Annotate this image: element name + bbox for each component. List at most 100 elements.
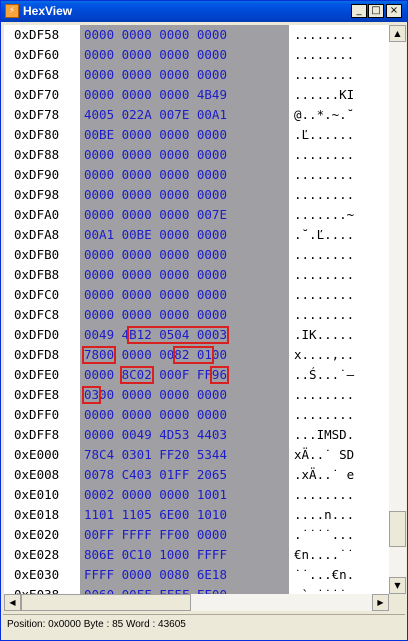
row-ascii[interactable]: .xÄ..˙ e [294, 465, 354, 485]
hex-row[interactable]: 0xDF98 0000 0000 0000 0000........ [4, 185, 389, 205]
row-ascii[interactable]: ........ [294, 245, 354, 265]
hex-row[interactable]: 0xDFC0 0000 0000 0000 0000........ [4, 285, 389, 305]
row-address: 0xDF88 [14, 147, 60, 162]
scroll-left-arrow-icon[interactable]: ◀ [4, 594, 21, 611]
row-ascii[interactable]: @..*.~.˘ [294, 105, 354, 125]
title-bar[interactable]: ⚡ HexView _ □ × [1, 1, 407, 22]
hex-row[interactable]: 0xDF80 00BE 0000 0000 0000 .Ľ...... [4, 125, 389, 145]
row-hex-bytes[interactable]: 1101 1105 6E00 1010 [84, 505, 227, 525]
hex-row[interactable]: 0xE030 FFFF 0000 0080 6E18 ˙˙...€n. [4, 565, 389, 585]
horizontal-scroll-thumb[interactable] [21, 594, 191, 611]
hex-row[interactable]: 0xDFF8 0000 0049 4D53 4403 ...IMSD. [4, 425, 389, 445]
close-button[interactable]: × [386, 4, 402, 18]
row-ascii[interactable]: ˙˙...€n. [294, 565, 354, 585]
minimize-button[interactable]: _ [351, 4, 367, 18]
row-ascii[interactable]: ........ [294, 165, 354, 185]
hex-row[interactable]: 0xDF78 4005 022A 007E 00A1 @..*.~.˘ [4, 105, 389, 125]
row-hex-bytes[interactable]: 0000 0000 0000 0000 [84, 45, 227, 65]
row-hex-bytes[interactable]: 0000 8C02 000F FF96 [84, 365, 227, 385]
row-hex-bytes[interactable]: 0078 C403 01FF 2065 [84, 465, 227, 485]
row-hex-bytes[interactable]: 0000 0000 0000 0000 [84, 305, 227, 325]
row-ascii[interactable]: ......KI [294, 85, 354, 105]
hex-row[interactable]: 0xE038 0060 00FF FFFF FF00 .`.˙˙˙˙. [4, 585, 389, 594]
horizontal-scrollbar[interactable]: ◀ ▶ [4, 594, 389, 611]
row-ascii[interactable]: ........ [294, 45, 354, 65]
row-ascii[interactable]: ........ [294, 25, 354, 45]
hexview-app-icon[interactable]: ⚡ [5, 4, 19, 18]
hex-row[interactable]: 0xE008 0078 C403 01FF 2065 .xÄ..˙ e [4, 465, 389, 485]
hex-row[interactable]: 0xE010 0002 0000 0000 1001........ [4, 485, 389, 505]
row-hex-bytes[interactable]: 0060 00FF FFFF FF00 [84, 585, 227, 594]
row-ascii[interactable]: .˙˙˙˙... [294, 525, 354, 545]
hex-row[interactable]: 0xE018 1101 1105 6E00 1010 ....n... [4, 505, 389, 525]
row-ascii[interactable]: ....n... [294, 505, 354, 525]
row-ascii[interactable]: ..Ś...˙– [294, 365, 354, 385]
row-hex-bytes[interactable]: 0002 0000 0000 1001 [84, 485, 227, 505]
scroll-up-arrow-icon[interactable]: ▲ [389, 25, 406, 42]
row-hex-bytes[interactable]: 0000 0049 4D53 4403 [84, 425, 227, 445]
hex-row[interactable]: 0xDFC8 0000 0000 0000 0000........ [4, 305, 389, 325]
hex-view-area[interactable]: 0xDF58 0000 0000 0000 0000........ 0xDF60 0… [4, 25, 389, 594]
row-ascii[interactable]: ........ [294, 285, 354, 305]
hex-row[interactable]: 0xDFB0 0000 0000 0000 0000........ [4, 245, 389, 265]
row-hex-bytes[interactable]: 0000 0000 0000 0000 [84, 245, 227, 265]
row-address: 0xDFF0 [14, 407, 60, 422]
row-ascii[interactable]: ........ [294, 185, 354, 205]
hex-row[interactable]: 0xDFF0 0000 0000 0000 0000........ [4, 405, 389, 425]
row-ascii[interactable]: ........ [294, 405, 354, 425]
hex-row[interactable]: 0xDFB8 0000 0000 0000 0000........ [4, 265, 389, 285]
row-hex-bytes[interactable]: 0000 0000 0000 0000 [84, 405, 227, 425]
hex-row[interactable]: 0xDFA0 0000 0000 0000 007E .......~ [4, 205, 389, 225]
row-hex-bytes[interactable]: 0000 0000 0000 007E [84, 205, 227, 225]
vertical-scroll-thumb[interactable] [389, 511, 406, 547]
row-hex-bytes[interactable]: 0000 0000 0000 0000 [84, 145, 227, 165]
row-ascii[interactable]: .IK..... [294, 325, 354, 345]
row-hex-bytes[interactable]: 4005 022A 007E 00A1 [84, 105, 227, 125]
row-hex-bytes[interactable]: 0000 0000 0000 0000 [84, 185, 227, 205]
row-ascii[interactable]: ........ [294, 305, 354, 325]
row-hex-bytes[interactable]: 0000 0000 0000 0000 [84, 285, 227, 305]
row-hex-bytes[interactable]: 0300 0000 0000 0000 [84, 385, 227, 405]
row-ascii[interactable]: .`.˙˙˙˙. [294, 585, 354, 594]
row-hex-bytes[interactable]: 00A1 00BE 0000 0000 [84, 225, 227, 245]
row-ascii[interactable]: ........ [294, 485, 354, 505]
row-ascii[interactable]: ........ [294, 65, 354, 85]
row-ascii[interactable]: ...IMSD. [294, 425, 354, 445]
row-hex-bytes[interactable]: 0000 0000 0000 0000 [84, 65, 227, 85]
row-ascii[interactable]: ........ [294, 385, 354, 405]
row-hex-bytes[interactable]: 0000 0000 0000 0000 [84, 25, 227, 45]
hex-row[interactable]: 0xDFA8 00A1 00BE 0000 0000 .˘.Ľ.... [4, 225, 389, 245]
hex-row[interactable]: 0xDF88 0000 0000 0000 0000........ [4, 145, 389, 165]
row-ascii[interactable]: .˘.Ľ.... [294, 225, 354, 245]
vertical-scrollbar[interactable]: ▲ ▼ [389, 25, 406, 594]
hex-row[interactable]: 0xDF58 0000 0000 0000 0000........ [4, 25, 389, 45]
row-ascii[interactable]: ........ [294, 265, 354, 285]
row-hex-bytes[interactable]: 0000 0000 0000 0000 [84, 165, 227, 185]
row-hex-bytes[interactable]: 0000 0000 0000 4B49 [84, 85, 227, 105]
row-ascii[interactable]: ........ [294, 145, 354, 165]
row-ascii[interactable]: .Ľ...... [294, 125, 354, 145]
row-ascii[interactable]: €n....˙˙ [294, 545, 354, 565]
hex-row[interactable]: 0xDF90 0000 0000 0000 0000........ [4, 165, 389, 185]
row-hex-bytes[interactable]: 78C4 0301 FF20 5344 [84, 445, 227, 465]
hex-row[interactable]: 0xDFE0 0000 8C02 000F FF96 ..Ś...˙– [4, 365, 389, 385]
scroll-right-arrow-icon[interactable]: ▶ [372, 594, 389, 611]
row-hex-bytes[interactable]: 0000 0000 0000 0000 [84, 265, 227, 285]
row-hex-bytes[interactable]: 806E 0C10 1000 FFFF [84, 545, 227, 565]
hex-row[interactable]: 0xE020 00FF FFFF FF00 0000 .˙˙˙˙... [4, 525, 389, 545]
hex-row[interactable]: 0xE028 806E 0C10 1000 FFFF €n....˙˙ [4, 545, 389, 565]
maximize-button[interactable]: □ [368, 4, 384, 18]
scroll-down-arrow-icon[interactable]: ▼ [389, 577, 406, 594]
row-hex-bytes[interactable]: FFFF 0000 0080 6E18 [84, 565, 227, 585]
hex-row[interactable]: 0xDF70 0000 0000 0000 4B49 ......KI [4, 85, 389, 105]
row-ascii[interactable]: xÄ..˙ SD [294, 445, 354, 465]
hex-row[interactable]: 0xDFE8 0300 0000 0000 0000........ [4, 385, 389, 405]
row-hex-bytes[interactable]: 00FF FFFF FF00 0000 [84, 525, 227, 545]
row-ascii[interactable]: x....‚.. [294, 345, 354, 365]
row-hex-bytes[interactable]: 00BE 0000 0000 0000 [84, 125, 227, 145]
hex-row[interactable]: 0xDF68 0000 0000 0000 0000........ [4, 65, 389, 85]
row-ascii[interactable]: .......~ [294, 205, 354, 225]
row-address: 0xDFA0 [14, 207, 60, 222]
hex-row[interactable]: 0xE000 78C4 0301 FF20 5344 xÄ..˙ SD [4, 445, 389, 465]
hex-row[interactable]: 0xDF60 0000 0000 0000 0000........ [4, 45, 389, 65]
